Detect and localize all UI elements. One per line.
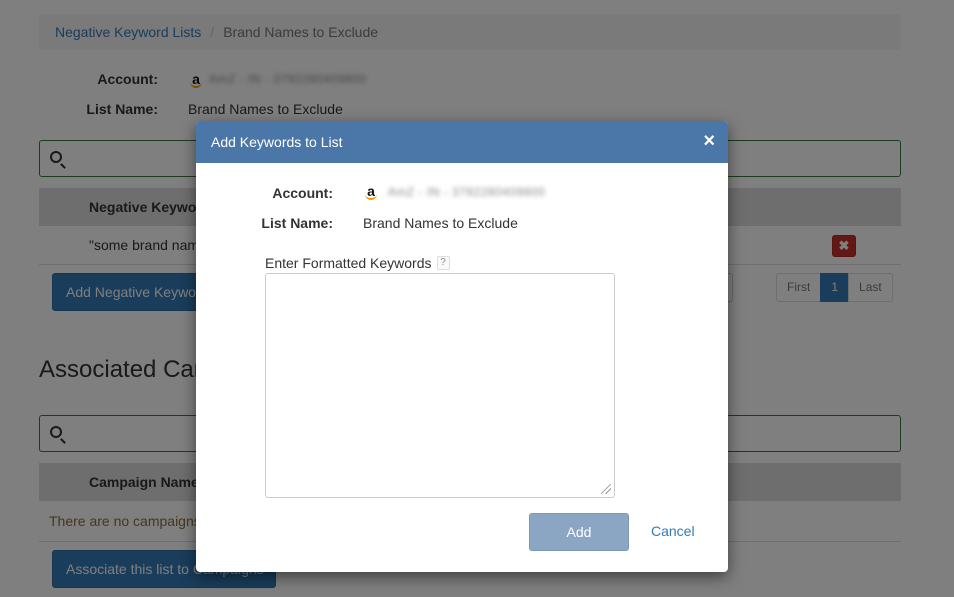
resize-handle-icon[interactable] — [601, 484, 611, 494]
cancel-link[interactable]: Cancel — [651, 523, 695, 539]
close-icon[interactable]: × — [703, 131, 715, 151]
modal-header: Add Keywords to List × — [196, 121, 728, 163]
formatted-keywords-textarea[interactable] — [265, 273, 615, 498]
modal-account-text: AmZ - IN - 3792280409800 — [387, 185, 546, 199]
amazon-icon: a — [364, 184, 378, 200]
modal-list-name-value: Brand Names to Exclude — [363, 215, 518, 231]
add-button[interactable]: Add — [529, 513, 629, 551]
keywords-field-label-text: Enter Formatted Keywords — [265, 255, 432, 271]
modal-account-value: a AmZ - IN - 3792280409800 — [364, 183, 546, 200]
modal-account-label: Account: — [272, 185, 333, 201]
keywords-field-label: Enter Formatted Keywords ? — [265, 255, 450, 271]
help-icon[interactable]: ? — [436, 256, 450, 270]
modal-list-name-label: List Name: — [261, 215, 333, 231]
add-keywords-modal: Add Keywords to List × Account: a AmZ - … — [196, 121, 728, 572]
modal-title: Add Keywords to List — [211, 134, 343, 150]
